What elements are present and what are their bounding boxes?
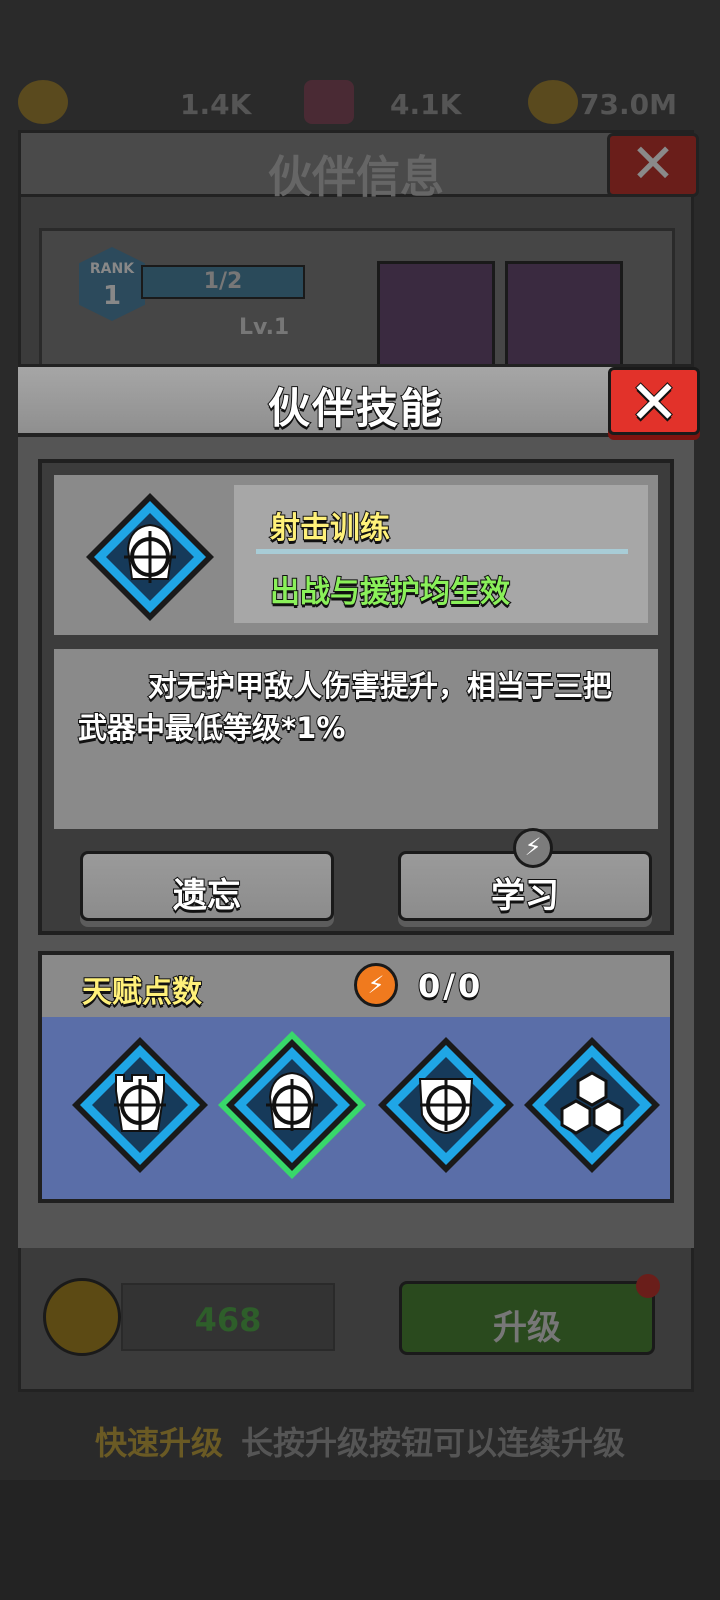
rank-label: RANK — [89, 261, 135, 277]
upgrade-label: 升级 — [493, 1308, 561, 1348]
resource-value: 4.1K — [390, 88, 462, 121]
partner-skill-dialog: 伙伴技能 ✕ 射击训练 出战与援护均生效 对无护甲敌人伤害提升，相当于三把武器中… — [18, 364, 700, 1248]
close-icon: ✕ — [628, 367, 680, 439]
shield-crosshair-icon[interactable] — [372, 1031, 520, 1179]
tip-key: 快速升级 — [94, 1424, 223, 1462]
close-button[interactable]: ✕ — [608, 367, 700, 439]
panel-close-button: ✕ — [607, 133, 699, 197]
skill-name: 射击训练 — [269, 510, 391, 547]
panel-header: 伙伴信息 ✕ — [21, 133, 699, 203]
resource-value: 73.0M — [580, 88, 677, 121]
gold-cost-box: 468 — [121, 1283, 335, 1351]
weapon-slot — [377, 261, 495, 371]
divider — [256, 549, 628, 554]
learn-label: 学习 — [490, 875, 560, 917]
hexagon-cluster-icon[interactable] — [518, 1031, 666, 1179]
tip-text: 快速升级 长按升级按钮可以连续升级 — [0, 1418, 720, 1464]
rank-value: 1 — [102, 281, 122, 311]
progress-bar: 1/2 — [141, 265, 305, 299]
forget-label: 遗忘 — [172, 875, 242, 917]
talent-panel: 天赋点数 ⚡ 0/0 — [38, 951, 674, 1203]
gold-cost: 468 — [194, 1301, 262, 1339]
skill-description: 对无护甲敌人伤害提升，相当于三把武器中最低等级*1% — [77, 668, 613, 746]
tip-body: 长按升级按钮可以连续升级 — [241, 1424, 626, 1462]
skill-description-box: 对无护甲敌人伤害提升，相当于三把武器中最低等级*1% — [54, 649, 658, 829]
lightning-coin-icon: ⚡ — [354, 963, 398, 1007]
skill-card: 射击训练 出战与援护均生效 对无护甲敌人伤害提升，相当于三把武器中最低等级*1%… — [38, 459, 674, 935]
coin-icon — [43, 1278, 121, 1356]
skill-info-box: 射击训练 出战与援护均生效 — [234, 485, 648, 623]
level-label: Lv.1 — [239, 315, 290, 340]
skill-effect: 出战与援护均生效 — [269, 574, 511, 611]
talent-header: 天赋点数 ⚡ 0/0 — [42, 955, 670, 1017]
tower-crosshair-icon[interactable] — [66, 1031, 214, 1179]
resource-icon — [304, 80, 354, 124]
panel-title: 伙伴信息 — [268, 152, 444, 203]
skill-header: 射击训练 出战与援护均生效 — [54, 475, 658, 635]
forget-button[interactable]: 遗忘 — [80, 851, 334, 921]
notification-dot — [636, 1274, 660, 1298]
bottom-nav — [0, 1480, 720, 1600]
coin-icon — [528, 80, 578, 124]
resource-icon — [18, 80, 68, 124]
resource-value: 1.4K — [180, 88, 252, 121]
learn-button[interactable]: ⚡ 学习 — [398, 828, 652, 921]
crosshair-armor-icon — [86, 493, 214, 621]
progress-text: 1/2 — [203, 269, 243, 294]
dialog-header: 伙伴技能 — [18, 367, 694, 437]
crosshair-armor-icon[interactable] — [218, 1031, 366, 1179]
talent-points-value: 0/0 — [417, 966, 484, 1006]
upgrade-button: 升级 — [399, 1274, 660, 1355]
talent-points-label: 天赋点数 — [81, 974, 203, 1011]
dialog-title: 伙伴技能 — [267, 383, 444, 434]
weapon-slot — [505, 261, 623, 371]
lightning-icon: ⚡ — [513, 828, 553, 868]
